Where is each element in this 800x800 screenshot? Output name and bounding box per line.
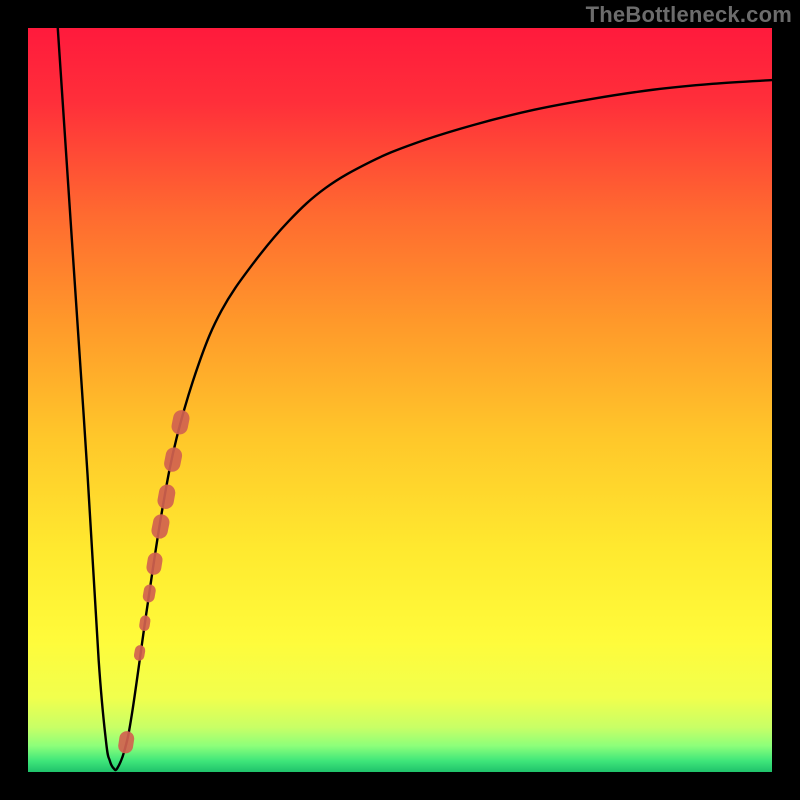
chart-frame: TheBottleneck.com [0,0,800,800]
marker-dot [150,513,171,540]
marker-dot [145,551,163,575]
bottleneck-curve [58,28,772,770]
marker-dot [139,615,152,632]
curve-layer [28,28,772,772]
marker-dot [133,644,146,661]
marker-dot [117,730,135,754]
highlight-markers [117,409,191,755]
watermark-text: TheBottleneck.com [586,2,792,28]
marker-dot [163,446,184,473]
marker-dot [142,584,157,604]
marker-dot [156,483,176,510]
marker-dot [170,409,191,436]
plot-area [28,28,772,772]
